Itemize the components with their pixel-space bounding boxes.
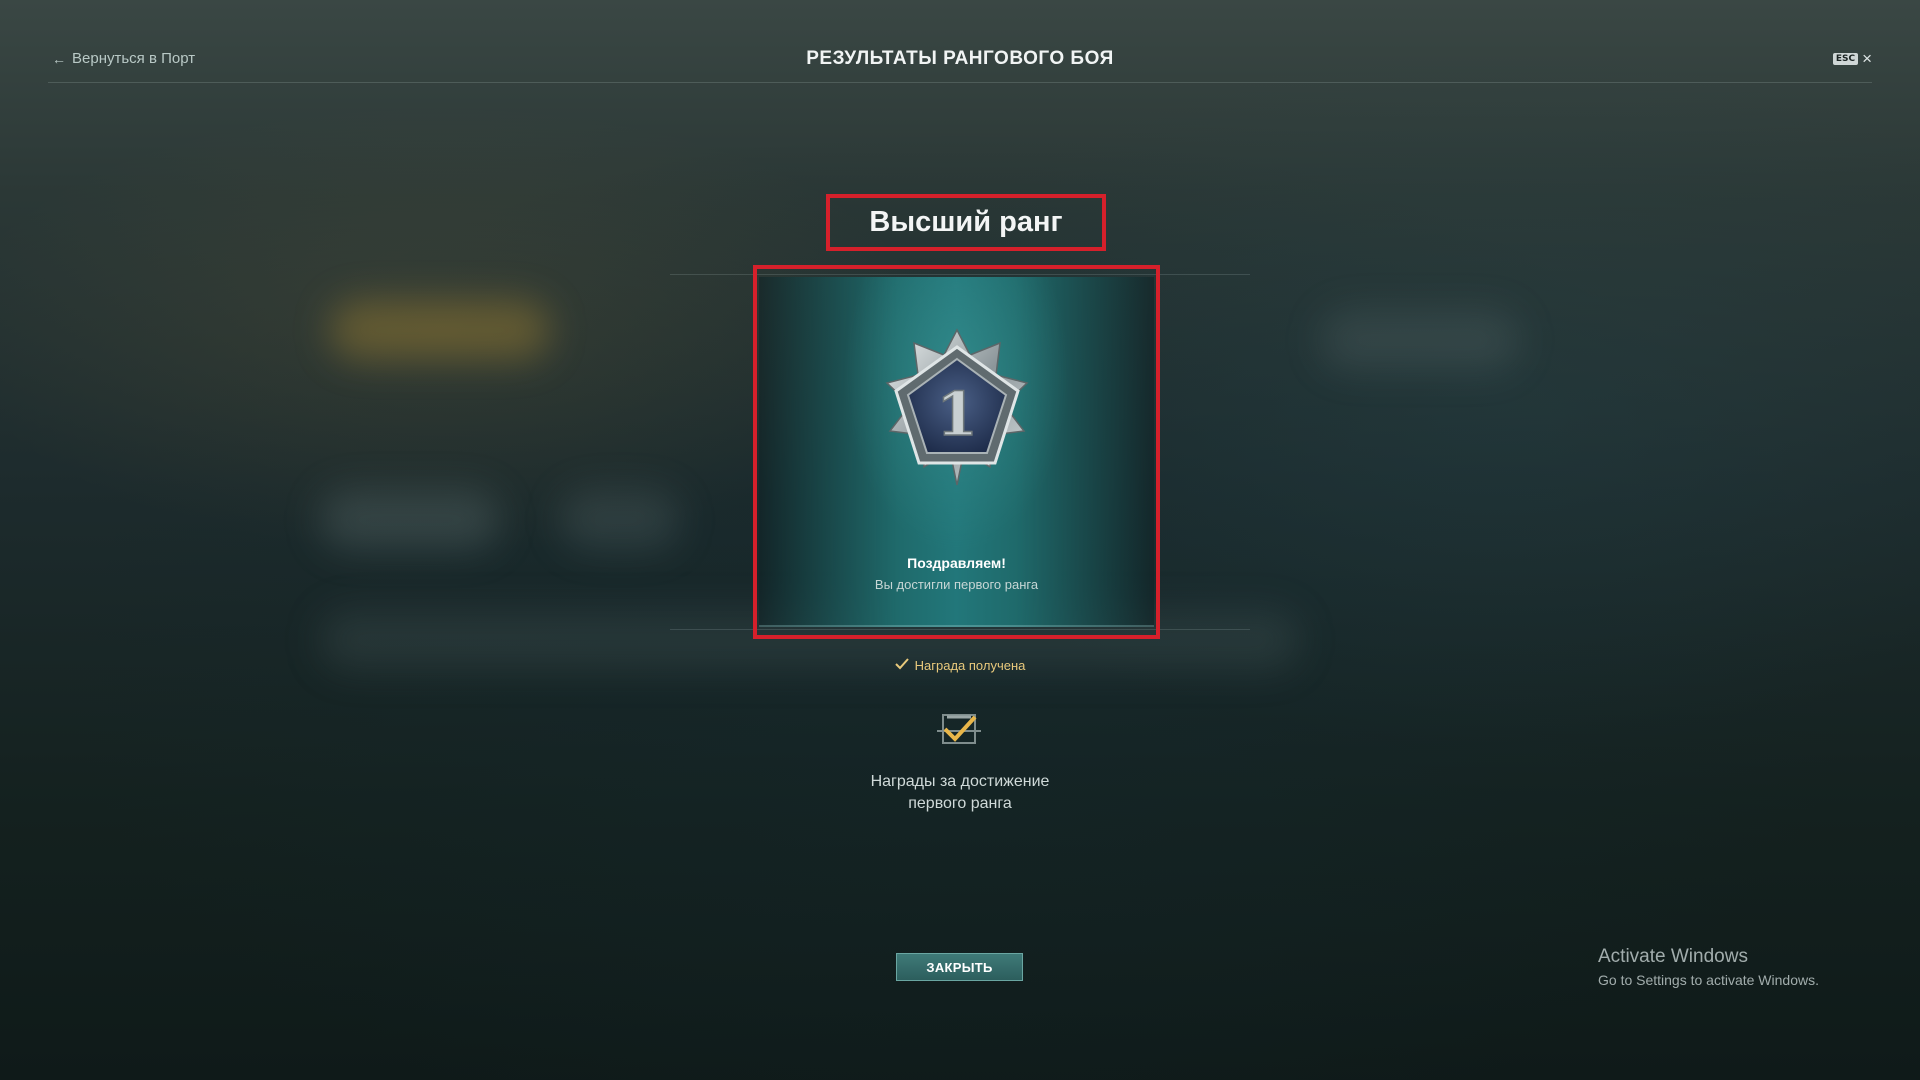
watermark-line1: Activate Windows: [1598, 946, 1748, 967]
watermark-line2: Go to Settings to activate Windows.: [1598, 972, 1819, 988]
heading-highlight-frame: Высший ранг: [826, 194, 1106, 251]
congrats-text: Поздравляем!: [907, 555, 1006, 571]
background-blur: [560, 490, 680, 550]
rank-message: Вы достигли первого ранга: [874, 577, 1039, 592]
reward-title: Награды за достижение первого ранга: [0, 771, 1920, 815]
reward-received-icon: [935, 711, 983, 752]
page-title: РЕЗУЛЬТАТЫ РАНГОВОГО БОЯ: [806, 48, 1114, 69]
reward-status: Награда получена: [0, 658, 1920, 673]
rank-medal-icon: 1: [872, 325, 1042, 500]
rank-card: 1 Поздравляем! Вы достигли первого ранга: [759, 277, 1154, 627]
check-icon: [894, 658, 909, 673]
background-blur: [320, 490, 500, 550]
rank-number: 1: [936, 380, 978, 450]
background-blur: [330, 300, 550, 360]
close-window-button[interactable]: ESC ×: [1832, 49, 1872, 68]
reward-status-label: Награда получена: [914, 658, 1026, 673]
reward-title-line2: первого ранга: [908, 795, 1012, 812]
back-label: Вернуться в Порт: [72, 50, 196, 67]
rank-card-highlight-frame: 1 Поздравляем! Вы достигли первого ранга: [753, 265, 1160, 639]
back-to-port-link[interactable]: ← Вернуться в Порт: [52, 50, 195, 67]
esc-key-badge: ESC: [1832, 52, 1859, 65]
background-blur: [1320, 310, 1520, 370]
close-icon: ×: [1862, 49, 1872, 68]
windows-activation-watermark: Activate Windows Go to Settings to activ…: [1598, 946, 1819, 988]
top-bar: ← Вернуться в Порт РЕЗУЛЬТАТЫ РАНГОВОГО …: [48, 38, 1872, 83]
arrow-left-icon: ←: [52, 50, 66, 67]
rank-heading: Высший ранг: [869, 206, 1063, 238]
reward-title-line1: Награды за достижение: [870, 773, 1050, 790]
close-button[interactable]: ЗАКРЫТЬ: [896, 953, 1023, 981]
